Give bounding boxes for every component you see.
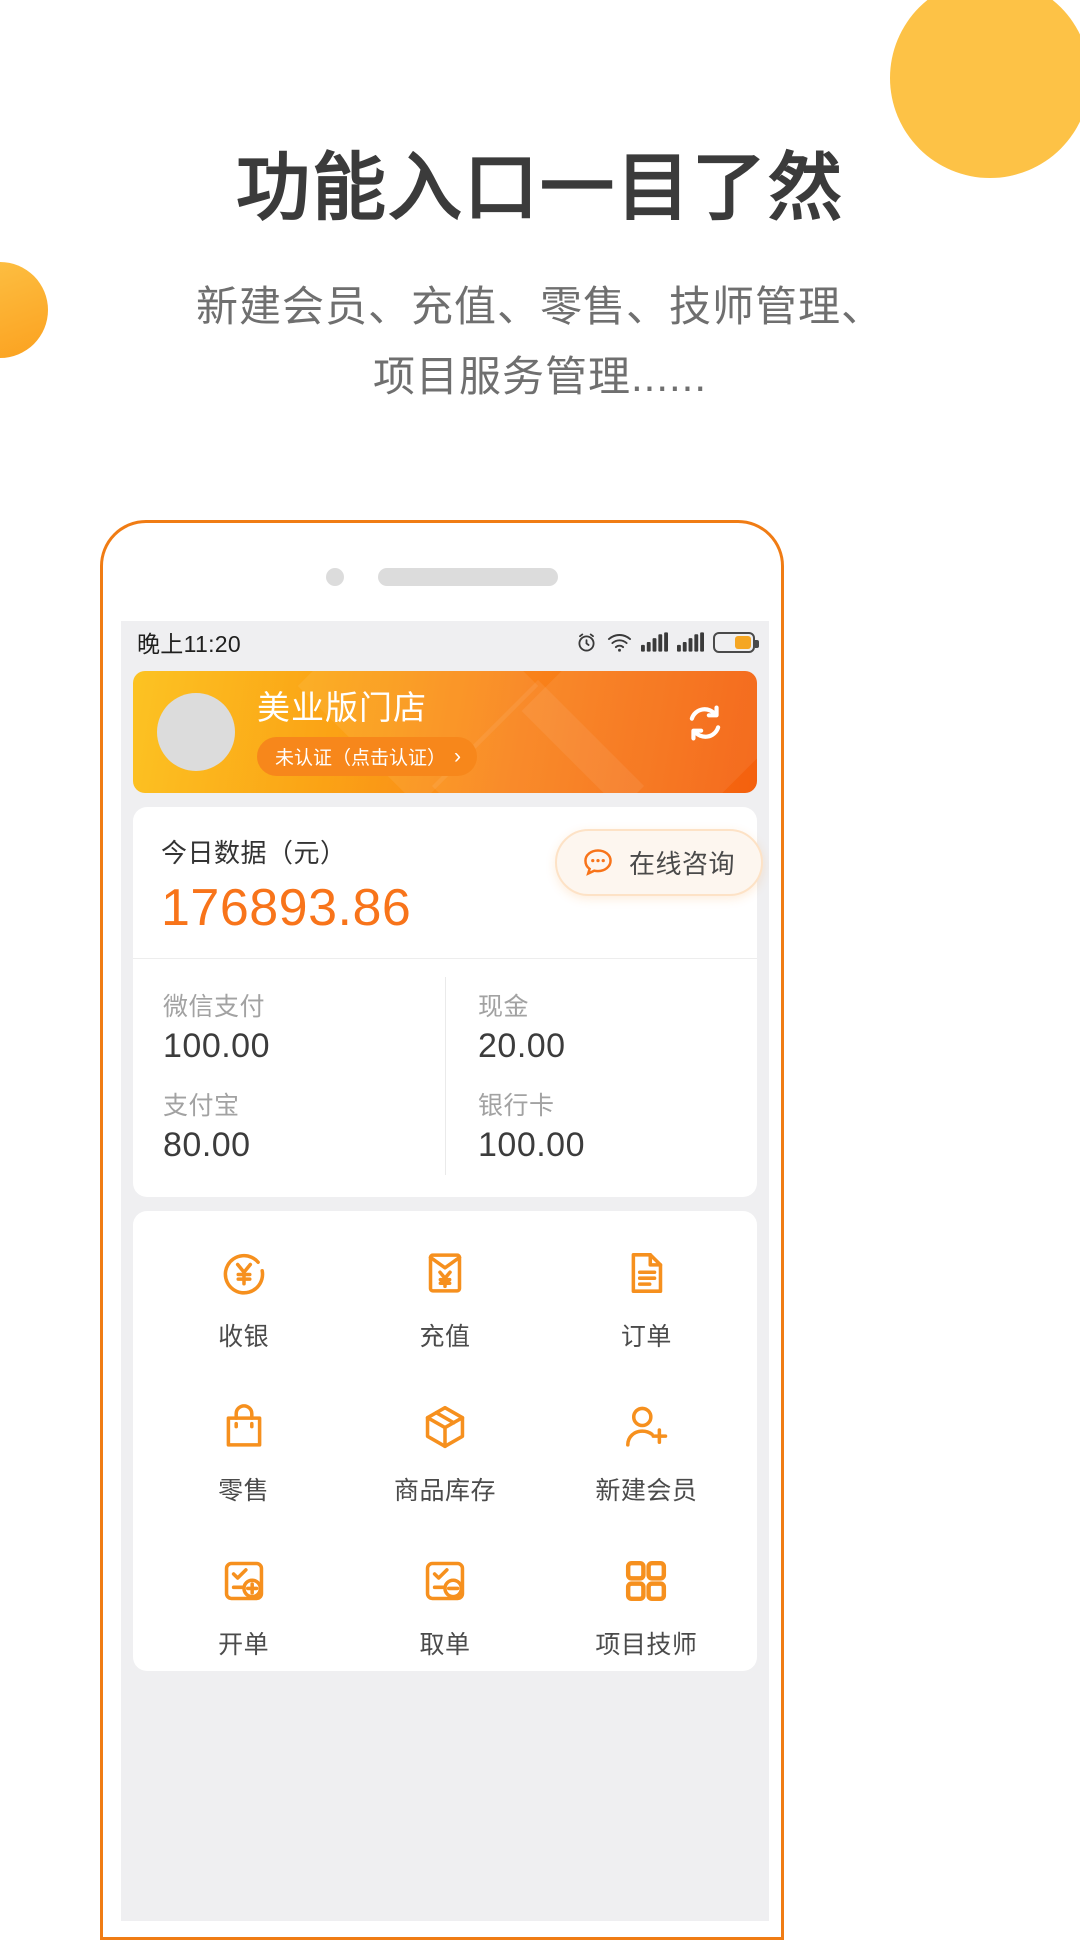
function-item-open-order[interactable]: 开单	[143, 1555, 344, 1661]
refresh-icon	[689, 705, 721, 741]
box-icon	[425, 1405, 465, 1449]
yen-circle-icon	[223, 1253, 264, 1295]
payment-name: 支付宝	[163, 1092, 240, 1120]
battery-icon	[713, 631, 759, 653]
phone-screen: 晚上11:20 美业版门店 未认证（点击认证） › 今日数据（元） 176893…	[121, 621, 769, 1921]
function-label: 零售	[218, 1477, 270, 1505]
function-item-inventory[interactable]: 商品库存	[344, 1401, 545, 1507]
function-label: 商品库存	[393, 1477, 496, 1505]
function-item-retail[interactable]: 零售	[143, 1401, 344, 1507]
function-label: 项目技师	[595, 1631, 698, 1659]
page-subtitle: 新建会员、充值、零售、技师管理、 项目服务管理......	[0, 272, 1080, 412]
wifi-icon	[607, 633, 632, 652]
signal-icon	[641, 632, 668, 652]
refresh-button[interactable]	[681, 699, 729, 747]
page-subtitle-line-2: 项目服务管理......	[372, 353, 707, 400]
function-label: 开单	[218, 1631, 270, 1659]
online-consult-label: 在线咨询	[628, 849, 735, 879]
online-consult-button[interactable]: 在线咨询	[554, 829, 763, 896]
phone-speaker-row	[103, 568, 781, 586]
status-bar: 晚上11:20	[121, 621, 769, 663]
payment-amount: 100.00	[163, 1027, 270, 1065]
today-data-card: 今日数据（元） 176893.86 在线咨询 微信支付 100.00 现金 20…	[133, 807, 763, 1197]
grid-squares-icon	[626, 1560, 667, 1602]
function-item-cashier[interactable]: 收银	[143, 1247, 344, 1353]
store-name: 美业版门店	[257, 689, 427, 726]
avatar[interactable]	[157, 693, 235, 771]
chat-bubble-icon	[584, 848, 612, 876]
person-add-icon	[626, 1406, 668, 1447]
page-subtitle-line-1: 新建会员、充值、零售、技师管理、	[195, 283, 884, 330]
function-item-project-technician[interactable]: 项目技师	[546, 1555, 747, 1661]
chevron-right-icon: ›	[454, 745, 462, 768]
document-icon	[631, 1253, 663, 1293]
payment-cell: 支付宝 80.00	[133, 1076, 445, 1175]
camera-dot-icon	[326, 568, 344, 586]
function-label: 订单	[620, 1323, 672, 1351]
payment-amount: 20.00	[478, 1027, 566, 1065]
function-grid: 收银 充值 订单 零售 商品库存 新建会员 开单 取单 项目技师	[143, 1247, 747, 1661]
function-grid-card: 收银 充值 订单 零售 商品库存 新建会员 开单 取单 项目技师	[133, 1211, 757, 1671]
envelope-yen-icon	[428, 1253, 462, 1293]
function-item-take-order[interactable]: 取单	[344, 1555, 545, 1661]
payment-name: 现金	[478, 993, 530, 1021]
function-label: 充值	[419, 1323, 471, 1351]
function-item-order[interactable]: 订单	[546, 1247, 747, 1353]
earpiece-speaker	[378, 568, 558, 586]
today-data-top: 今日数据（元） 176893.86 在线咨询	[133, 807, 763, 959]
function-item-recharge[interactable]: 充值	[344, 1247, 545, 1353]
battery-level	[735, 635, 751, 649]
function-item-new-member[interactable]: 新建会员	[546, 1401, 747, 1507]
verify-badge[interactable]: 未认证（点击认证） ›	[257, 737, 478, 776]
alarm-icon	[578, 633, 595, 651]
payment-cell: 微信支付 100.00	[133, 977, 445, 1076]
phone-mockup: 晚上11:20 美业版门店 未认证（点击认证） › 今日数据（元） 176893…	[100, 520, 784, 1940]
payment-name: 银行卡	[478, 1092, 555, 1120]
store-meta: 美业版门店 未认证（点击认证） ›	[257, 688, 478, 776]
payment-cell: 银行卡 100.00	[445, 1076, 757, 1175]
verify-badge-label: 未认证（点击认证）	[275, 748, 447, 769]
page-title: 功能入口一目了然	[236, 146, 844, 229]
status-bar-time: 晚上11:20	[137, 631, 241, 657]
payment-name: 微信支付	[163, 993, 266, 1021]
checklist-add-icon	[224, 1561, 263, 1601]
status-bar-icons	[575, 631, 759, 654]
payment-amount: 100.00	[478, 1126, 585, 1164]
shopping-bag-icon	[226, 1404, 262, 1447]
function-label: 收银	[218, 1323, 270, 1351]
payment-breakdown-grid: 微信支付 100.00 现金 20.00 支付宝 80.00 银行卡 100.0…	[133, 959, 757, 1197]
payment-cell: 现金 20.00	[445, 977, 757, 1076]
function-label: 取单	[419, 1631, 471, 1659]
store-header-banner[interactable]: 美业版门店 未认证（点击认证） ›	[133, 671, 757, 793]
payment-amount: 80.00	[163, 1126, 251, 1164]
checklist-minus-icon	[425, 1561, 465, 1601]
signal-icon	[677, 632, 704, 652]
function-label: 新建会员	[595, 1477, 698, 1505]
